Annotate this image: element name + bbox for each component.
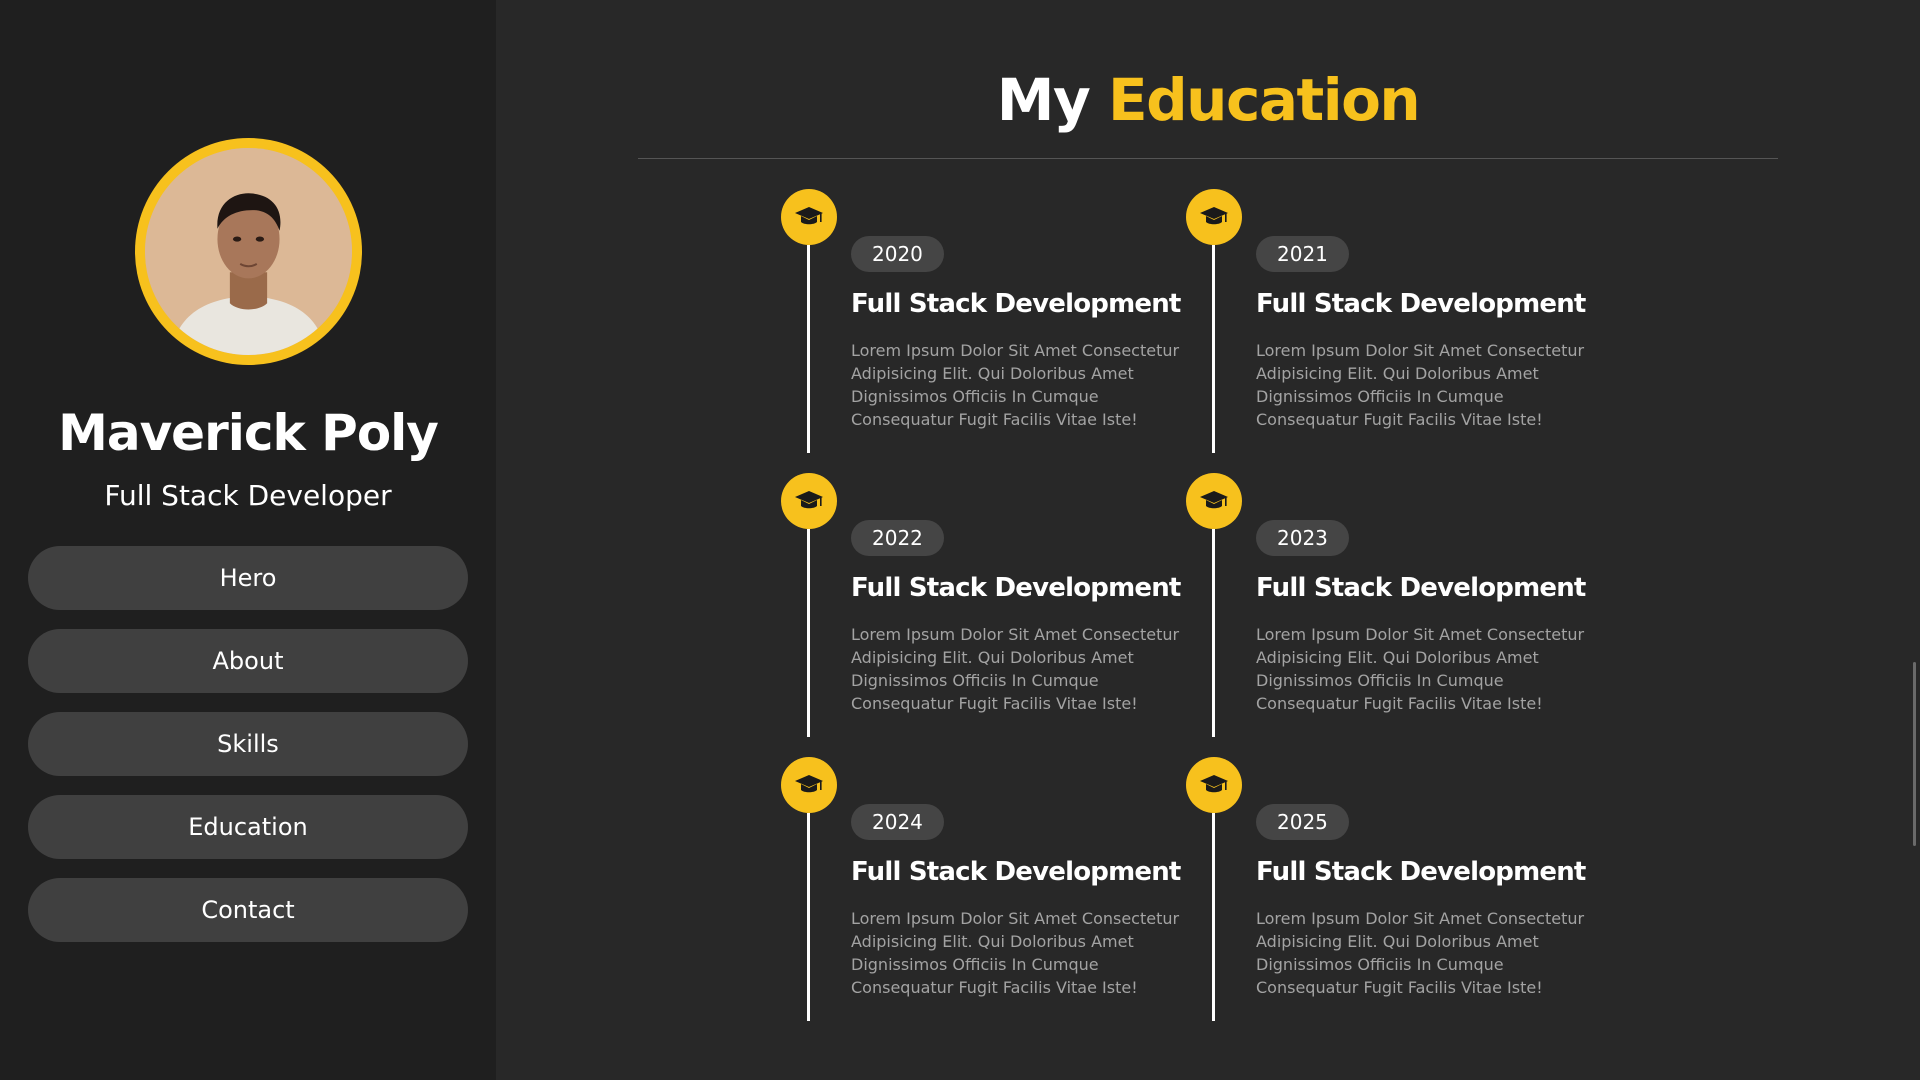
education-title: Full Stack Development <box>851 857 1181 887</box>
education-description: Lorem Ipsum Dolor Sit Amet Consectetur A… <box>1256 341 1585 429</box>
profile-role: Full Stack Developer <box>104 479 392 512</box>
education-title: Full Stack Development <box>1256 857 1586 887</box>
year-badge: 2020 <box>851 236 944 272</box>
nav-skills-button[interactable]: Skills <box>28 712 468 776</box>
timeline-line <box>807 529 810 737</box>
section-title-prefix: My <box>996 66 1091 134</box>
education-description: Lorem Ipsum Dolor Sit Amet Consectetur A… <box>851 909 1180 997</box>
year-badge: 2021 <box>1256 236 1349 272</box>
graduation-cap-icon <box>781 189 837 245</box>
section-title-accent: Education <box>1108 66 1421 134</box>
graduation-cap-icon <box>1186 189 1242 245</box>
education-title: Full Stack Development <box>1256 573 1586 603</box>
timeline-line <box>1212 245 1215 453</box>
graduation-cap-icon <box>1186 473 1242 529</box>
timeline-item: 2021 Full Stack Development Lorem Ipsum … <box>1186 189 1586 453</box>
year-badge: 2023 <box>1256 520 1349 556</box>
avatar <box>145 148 352 355</box>
nav-about-button[interactable]: About <box>28 629 468 693</box>
year-badge: 2024 <box>851 804 944 840</box>
nav-hero-button[interactable]: Hero <box>28 546 468 610</box>
nav-contact-button[interactable]: Contact <box>28 878 468 942</box>
timeline-item: 2020 Full Stack Development Lorem Ipsum … <box>781 189 1181 453</box>
nav-education-button[interactable]: Education <box>28 795 468 859</box>
education-title: Full Stack Development <box>851 289 1181 319</box>
graduation-cap-icon <box>1186 757 1242 813</box>
timeline-item: 2023 Full Stack Development Lorem Ipsum … <box>1186 473 1586 737</box>
timeline-line <box>807 245 810 453</box>
education-description: Lorem Ipsum Dolor Sit Amet Consectetur A… <box>1256 625 1585 713</box>
education-description: Lorem Ipsum Dolor Sit Amet Consectetur A… <box>851 625 1180 713</box>
profile-name: Maverick Poly <box>58 404 439 462</box>
sidebar: Maverick Poly Full Stack Developer Hero … <box>0 0 496 1080</box>
education-title: Full Stack Development <box>1256 289 1586 319</box>
title-divider <box>638 158 1778 159</box>
education-description: Lorem Ipsum Dolor Sit Amet Consectetur A… <box>1256 909 1585 997</box>
education-section: My Education 2020 Full Stack Development… <box>496 0 1920 1080</box>
year-badge: 2025 <box>1256 804 1349 840</box>
avatar-frame <box>135 138 362 365</box>
sidebar-nav: Hero About Skills Education Contact <box>28 546 468 961</box>
timeline-item: 2022 Full Stack Development Lorem Ipsum … <box>781 473 1181 737</box>
timeline-item: 2024 Full Stack Development Lorem Ipsum … <box>781 757 1181 1021</box>
timeline-line <box>1212 813 1215 1021</box>
timeline-line <box>1212 529 1215 737</box>
education-description: Lorem Ipsum Dolor Sit Amet Consectetur A… <box>851 341 1180 429</box>
avatar-portrait <box>145 148 352 355</box>
timeline-item: 2025 Full Stack Development Lorem Ipsum … <box>1186 757 1586 1021</box>
section-title: My Education <box>496 66 1920 134</box>
graduation-cap-icon <box>781 473 837 529</box>
education-title: Full Stack Development <box>851 573 1181 603</box>
scrollbar-thumb[interactable] <box>1913 662 1916 846</box>
timeline-line <box>807 813 810 1021</box>
graduation-cap-icon <box>781 757 837 813</box>
year-badge: 2022 <box>851 520 944 556</box>
